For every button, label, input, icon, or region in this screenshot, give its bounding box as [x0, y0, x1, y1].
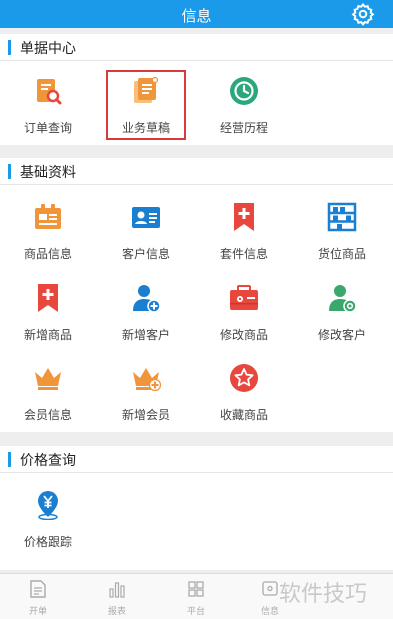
grid-item-kit-info[interactable]: 套件信息: [196, 202, 292, 278]
order-search-icon: [37, 79, 62, 105]
bookmark-plus-icon: [234, 203, 254, 231]
star-icon: [230, 364, 258, 392]
grid-item-label: 订单查询: [23, 121, 72, 135]
section-marker: [8, 452, 11, 467]
info-icon: [262, 581, 278, 596]
shelf-icon: [327, 202, 357, 232]
yen-location-icon: [38, 491, 58, 520]
section-marker: [8, 164, 11, 179]
grid-item-location-product[interactable]: 货位商品: [294, 202, 390, 278]
grid-item-label: 修改客户: [317, 328, 366, 342]
section-header: 价格查询: [0, 446, 393, 473]
add-customer-icon: [133, 285, 161, 313]
customer-card-icon: [132, 207, 160, 228]
product-info-icon: [35, 204, 61, 229]
grid-item-label: 客户信息: [121, 247, 170, 261]
grid-item-label: 收藏商品: [219, 408, 268, 422]
edit-product-icon: [230, 285, 258, 310]
grid-item-label: 修改商品: [219, 328, 268, 342]
bottom-tab-bar: 开单 报表 平台 信息 软件技巧: [0, 573, 393, 619]
grid-item-label: 经营历程: [219, 121, 268, 135]
watermark-text: 软件技巧: [279, 582, 368, 607]
section-header: 单据中心: [0, 34, 393, 61]
gear-icon[interactable]: [351, 2, 375, 26]
section-title: 价格查询: [20, 453, 76, 469]
grid-item-label: 商品信息: [23, 247, 72, 261]
grid-item-add-customer[interactable]: 新增客户: [98, 283, 194, 359]
price-section: 价格查询 价格跟踪: [0, 446, 393, 570]
grid-item-business-history[interactable]: 经营历程: [196, 76, 292, 152]
app-header: 信息: [0, 0, 393, 28]
grid-item-add-product[interactable]: 新增商品: [0, 283, 96, 359]
tab-label: 报表: [107, 607, 126, 617]
grid-item-label: 会员信息: [23, 408, 72, 422]
highlight-box: [106, 70, 186, 140]
section-title: 单据中心: [20, 41, 76, 57]
document-icon: [30, 580, 46, 598]
section-title: 基础资料: [20, 165, 76, 181]
bar-chart-icon: [109, 582, 125, 598]
grid-item-label: 新增商品: [23, 328, 72, 342]
grid-item-edit-customer[interactable]: 修改客户: [294, 283, 390, 359]
tab-billing[interactable]: 开单: [8, 578, 68, 618]
history-clock-icon: [230, 77, 258, 105]
page-title: 信息: [181, 7, 212, 25]
add-member-icon: [133, 368, 161, 392]
tab-platform[interactable]: 平台: [166, 578, 226, 618]
grid-item-edit-product[interactable]: 修改商品: [196, 283, 292, 359]
grid-item-product-info[interactable]: 商品信息: [0, 202, 96, 278]
basics-section: 基础资料 商品信息 客户信息 套件信息 货位商品 新增商品 新增客户 修改商品 …: [0, 158, 393, 432]
documents-section: 单据中心 订单查询 业务草稿 经营历程: [0, 34, 393, 145]
crown-icon: [35, 368, 61, 390]
section-header: 基础资料: [0, 158, 393, 185]
grid-item-favorite-product[interactable]: 收藏商品: [196, 363, 292, 439]
grid-item-customer-info[interactable]: 客户信息: [98, 202, 194, 278]
grid-item-label: 新增客户: [121, 328, 170, 342]
tab-reports[interactable]: 报表: [87, 578, 147, 618]
add-product-icon: [38, 284, 58, 312]
grid-icon: [188, 581, 204, 597]
tab-label: 开单: [28, 607, 47, 617]
grid-item-label: 货位商品: [317, 247, 366, 261]
tab-label: 平台: [186, 607, 205, 617]
grid-item-label: 价格跟踪: [23, 535, 72, 549]
edit-customer-icon: [329, 285, 357, 313]
grid-item-order-search[interactable]: 订单查询: [0, 76, 96, 152]
grid-item-member-info[interactable]: 会员信息: [0, 363, 96, 439]
section-marker: [8, 40, 11, 55]
grid-item-label: 新增会员: [121, 408, 170, 422]
grid-item-label: 套件信息: [219, 247, 268, 261]
grid-item-price-tracking[interactable]: 价格跟踪: [0, 490, 96, 566]
grid-item-add-member[interactable]: 新增会员: [98, 363, 194, 439]
